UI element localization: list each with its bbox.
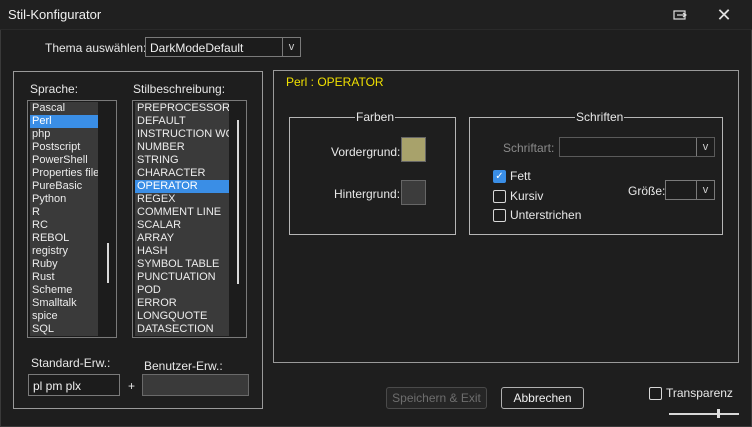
- foreground-color-swatch[interactable]: [401, 137, 426, 162]
- language-list-item[interactable]: PureBasic: [30, 180, 98, 193]
- plus-sign: +: [128, 379, 136, 393]
- style-list-item[interactable]: NUMBER: [135, 141, 229, 154]
- bold-checkbox[interactable]: ✓ Fett: [493, 169, 531, 183]
- size-select[interactable]: v: [665, 180, 715, 200]
- style-list-item[interactable]: SCALAR: [135, 219, 229, 232]
- window-title: Stil-Konfigurator: [8, 7, 102, 22]
- style-list-items: PREPROCESSOR DEFAULT INSTRUCTION WO NUMBER S…: [135, 102, 229, 336]
- checkbox-box: [493, 208, 506, 222]
- background-color-swatch[interactable]: [401, 180, 426, 205]
- save-exit-button[interactable]: Speichern & Exit: [386, 387, 487, 409]
- language-list-item[interactable]: SQL: [30, 323, 98, 336]
- transparency-checkbox[interactable]: Transparenz: [649, 386, 733, 400]
- style-list-scrollbar[interactable]: [237, 120, 239, 284]
- close-icon: ✕: [716, 4, 732, 25]
- style-list[interactable]: PREPROCESSOR DEFAULT INSTRUCTION WO NUMBER S…: [132, 100, 247, 338]
- save-exit-label: Speichern & Exit: [392, 391, 481, 405]
- chevron-down-icon: v: [696, 181, 714, 199]
- theme-select[interactable]: DarkModeDefault v: [145, 37, 301, 57]
- transparency-slider-thumb[interactable]: [717, 409, 720, 418]
- language-list-item[interactable]: Rust: [30, 271, 98, 284]
- language-list-item[interactable]: spice: [30, 310, 98, 323]
- chevron-down-icon: v: [282, 38, 300, 56]
- style-list-item[interactable]: HASH: [135, 245, 229, 258]
- detail-heading: Perl : OPERATOR: [286, 75, 384, 89]
- style-list-item[interactable]: ARRAY: [135, 232, 229, 245]
- standard-ext-label: Standard-Erw.:: [31, 356, 111, 370]
- language-list-item[interactable]: php: [30, 128, 98, 141]
- language-list-item[interactable]: RC: [30, 219, 98, 232]
- language-list-item[interactable]: Ruby: [30, 258, 98, 271]
- cancel-button[interactable]: Abbrechen: [501, 387, 584, 409]
- underline-checkbox[interactable]: Unterstrichen: [493, 208, 581, 222]
- language-list-item[interactable]: R: [30, 206, 98, 219]
- close-button[interactable]: ✕: [710, 4, 738, 26]
- dialog-body: Thema auswählen: DarkModeDefault v Sprac…: [0, 30, 752, 427]
- foreground-label: Vordergrund:: [331, 145, 401, 159]
- language-list-items: Pascal Perl php Postscript PowerShell Propert…: [30, 102, 98, 336]
- language-list-item[interactable]: Properties file: [30, 167, 98, 180]
- style-list-item[interactable]: STRING: [135, 154, 229, 167]
- font-label: Schriftart:: [503, 141, 555, 155]
- transparency-label: Transparenz: [666, 386, 733, 400]
- language-list-item[interactable]: Smalltalk: [30, 297, 98, 310]
- language-list-item[interactable]: REBOL: [30, 232, 98, 245]
- style-list-item[interactable]: OPERATOR: [135, 180, 229, 193]
- background-label: Hintergrund:: [334, 187, 401, 201]
- language-list-item[interactable]: Pascal: [30, 102, 98, 115]
- style-list-item[interactable]: DATASECTION: [135, 323, 229, 336]
- colors-group: Farben: [289, 110, 456, 235]
- checkmark-icon: ✓: [493, 169, 506, 183]
- language-list-item[interactable]: Postscript: [30, 141, 98, 154]
- checkbox-box: [493, 189, 506, 203]
- style-list-item[interactable]: PREPROCESSOR: [135, 102, 229, 115]
- style-list-item[interactable]: ERROR: [135, 297, 229, 310]
- language-list-item[interactable]: Perl: [30, 115, 98, 128]
- user-ext-field[interactable]: [142, 374, 249, 396]
- style-list-item[interactable]: POD: [135, 284, 229, 297]
- style-list-item[interactable]: SYMBOL TABLE: [135, 258, 229, 271]
- language-list-item[interactable]: Scheme: [30, 284, 98, 297]
- titlebar: Stil-Konfigurator ✕: [0, 0, 752, 30]
- standard-ext-field: pl pm plx: [28, 374, 120, 396]
- italic-label: Kursiv: [510, 189, 544, 203]
- underline-label: Unterstrichen: [510, 208, 582, 222]
- style-list-item[interactable]: COMMENT LINE: [135, 206, 229, 219]
- checkbox-box: [649, 386, 662, 400]
- size-label: Größe:: [628, 184, 666, 198]
- theme-select-value: DarkModeDefault: [150, 41, 244, 55]
- theme-label: Thema auswählen:: [45, 41, 147, 55]
- user-ext-label: Benutzer-Erw.:: [144, 359, 223, 373]
- colors-group-title: Farben: [355, 110, 396, 124]
- language-list-item[interactable]: PowerShell: [30, 154, 98, 167]
- cancel-label: Abbrechen: [513, 391, 572, 405]
- language-list-item[interactable]: registry: [30, 245, 98, 258]
- transparency-slider[interactable]: [669, 413, 739, 415]
- style-list-item[interactable]: INSTRUCTION WO: [135, 128, 229, 141]
- bold-label: Fett: [510, 169, 531, 183]
- font-select[interactable]: v: [559, 137, 715, 157]
- style-list-item[interactable]: DEFAULT: [135, 115, 229, 128]
- language-list[interactable]: Pascal Perl php Postscript PowerShell Propert…: [27, 100, 117, 338]
- style-list-item[interactable]: LONGQUOTE: [135, 310, 229, 323]
- fonts-group-title: Schriften: [575, 110, 625, 124]
- language-list-scrollbar[interactable]: [107, 243, 109, 283]
- restore-window-icon: [673, 10, 687, 20]
- style-list-item[interactable]: PUNCTUATION: [135, 271, 229, 284]
- restore-window-button[interactable]: [666, 4, 694, 26]
- standard-ext-value: pl pm plx: [33, 379, 82, 393]
- styles-label: Stilbeschreibung:: [133, 82, 226, 96]
- style-list-item[interactable]: REGEX: [135, 193, 229, 206]
- italic-checkbox[interactable]: Kursiv: [493, 189, 543, 203]
- language-label: Sprache:: [30, 82, 79, 96]
- language-list-item[interactable]: Python: [30, 193, 98, 206]
- style-list-item[interactable]: CHARACTER: [135, 167, 229, 180]
- chevron-down-icon: v: [696, 138, 714, 156]
